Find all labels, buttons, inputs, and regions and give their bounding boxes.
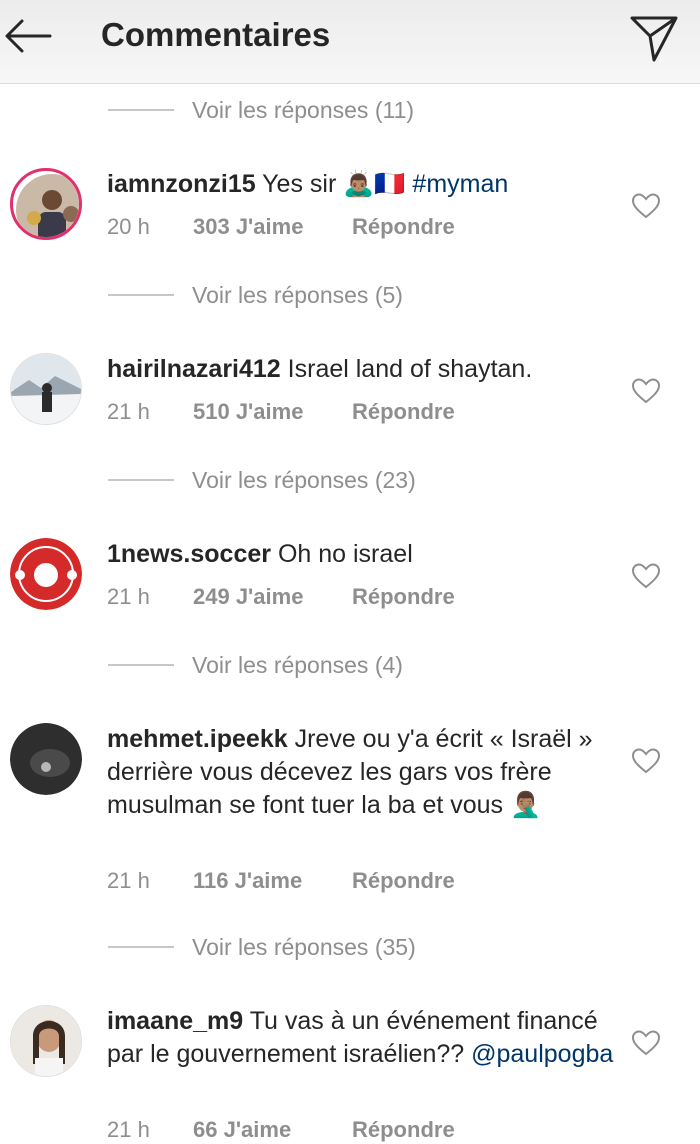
avatar[interactable] bbox=[10, 1005, 82, 1077]
heart-icon bbox=[631, 748, 661, 774]
like-button[interactable] bbox=[630, 560, 662, 592]
like-button[interactable] bbox=[630, 1027, 662, 1059]
comment-text: 1news.soccer Oh no israel bbox=[107, 538, 617, 571]
view-replies-button[interactable]: Voir les réponses (4) bbox=[108, 645, 403, 685]
avatar-photo bbox=[10, 723, 82, 795]
view-replies-label: Voir les réponses (35) bbox=[192, 933, 416, 960]
view-replies-label: Voir les réponses (5) bbox=[192, 281, 403, 308]
share-button[interactable] bbox=[624, 8, 684, 64]
comment-username[interactable]: 1news.soccer bbox=[107, 540, 271, 568]
comment-time: 21 h bbox=[107, 868, 150, 893]
likes-count[interactable]: 303 J'aime bbox=[193, 214, 352, 240]
thread-divider bbox=[108, 479, 174, 481]
comment-username[interactable]: mehmet.ipeekk bbox=[107, 725, 288, 753]
comment-text: hairilnazari412 Israel land of shaytan. bbox=[107, 353, 617, 386]
comment-time: 21 h bbox=[107, 399, 150, 424]
avatar[interactable] bbox=[10, 538, 82, 610]
reply-button[interactable]: Répondre bbox=[352, 584, 455, 610]
avatar[interactable] bbox=[10, 723, 82, 795]
send-paper-plane-icon bbox=[630, 16, 678, 62]
view-replies-button[interactable]: Voir les réponses (11) bbox=[108, 90, 414, 130]
view-replies-button[interactable]: Voir les réponses (23) bbox=[108, 460, 416, 500]
reply-button[interactable]: Répondre bbox=[352, 214, 455, 240]
comment-text: imaane_m9 Tu vas à un événement financé … bbox=[107, 1005, 617, 1071]
thread-divider bbox=[108, 109, 174, 111]
heart-icon bbox=[631, 1030, 661, 1056]
comment-message: Yes sir 🙇🏽‍♂️🇫🇷 bbox=[262, 170, 406, 198]
view-replies-label: Voir les réponses (4) bbox=[192, 651, 403, 678]
comment-meta: 20 h 303 J'aime Répondre bbox=[107, 214, 455, 240]
like-button[interactable] bbox=[630, 190, 662, 222]
view-replies-button[interactable]: Voir les réponses (35) bbox=[108, 927, 416, 967]
comment-username[interactable]: iamnzonzi15 bbox=[107, 170, 256, 198]
comment-message: Israel land of shaytan. bbox=[287, 355, 533, 383]
reply-button[interactable]: Répondre bbox=[352, 399, 455, 425]
comment-time: 21 h bbox=[107, 584, 150, 609]
thread-divider bbox=[108, 946, 174, 948]
back-button[interactable] bbox=[0, 8, 60, 64]
avatar[interactable] bbox=[10, 353, 82, 425]
likes-count[interactable]: 249 J'aime bbox=[193, 584, 352, 610]
avatar-photo bbox=[10, 538, 82, 610]
avatar-photo bbox=[16, 174, 79, 237]
reply-button[interactable]: Répondre bbox=[352, 1117, 455, 1143]
view-replies-label: Voir les réponses (23) bbox=[192, 466, 416, 493]
reply-button[interactable]: Répondre bbox=[352, 868, 455, 894]
likes-count[interactable]: 116 J'aime bbox=[193, 868, 352, 894]
heart-icon bbox=[631, 193, 661, 219]
arrow-left-icon bbox=[5, 19, 52, 53]
likes-count[interactable]: 510 J'aime bbox=[193, 399, 352, 425]
comment-meta: 21 h 66 J'aime Répondre bbox=[107, 1117, 455, 1143]
avatar-photo bbox=[11, 1006, 81, 1076]
avatar-photo bbox=[11, 354, 81, 424]
avatar[interactable] bbox=[10, 168, 82, 240]
page-title: Commentaires bbox=[101, 16, 331, 53]
comment-time: 21 h bbox=[107, 1117, 150, 1142]
comment-meta: 21 h 510 J'aime Répondre bbox=[107, 399, 455, 425]
mention-link[interactable]: @paulpogba bbox=[471, 1040, 613, 1068]
heart-icon bbox=[631, 563, 661, 589]
comment-text: mehmet.ipeekk Jreve ou y'a écrit « Israë… bbox=[107, 723, 617, 822]
comment-meta: 21 h 249 J'aime Répondre bbox=[107, 584, 455, 610]
comment-time: 20 h bbox=[107, 214, 150, 239]
comment-username[interactable]: hairilnazari412 bbox=[107, 355, 281, 383]
comment-meta: 21 h 116 J'aime Répondre bbox=[107, 868, 455, 894]
view-replies-button[interactable]: Voir les réponses (5) bbox=[108, 275, 403, 315]
comment-message: Oh no israel bbox=[277, 540, 413, 568]
hashtag-link[interactable]: #myman bbox=[412, 170, 508, 198]
top-bar: Commentaires bbox=[0, 0, 700, 84]
comment-text: iamnzonzi15 Yes sir 🙇🏽‍♂️🇫🇷 #myman bbox=[107, 168, 617, 201]
view-replies-label: Voir les réponses (11) bbox=[192, 96, 415, 123]
like-button[interactable] bbox=[630, 375, 662, 407]
heart-icon bbox=[631, 378, 661, 404]
thread-divider bbox=[108, 664, 174, 666]
comment-username[interactable]: imaane_m9 bbox=[107, 1007, 243, 1035]
likes-count[interactable]: 66 J'aime bbox=[193, 1117, 352, 1143]
thread-divider bbox=[108, 294, 174, 296]
like-button[interactable] bbox=[630, 745, 662, 777]
